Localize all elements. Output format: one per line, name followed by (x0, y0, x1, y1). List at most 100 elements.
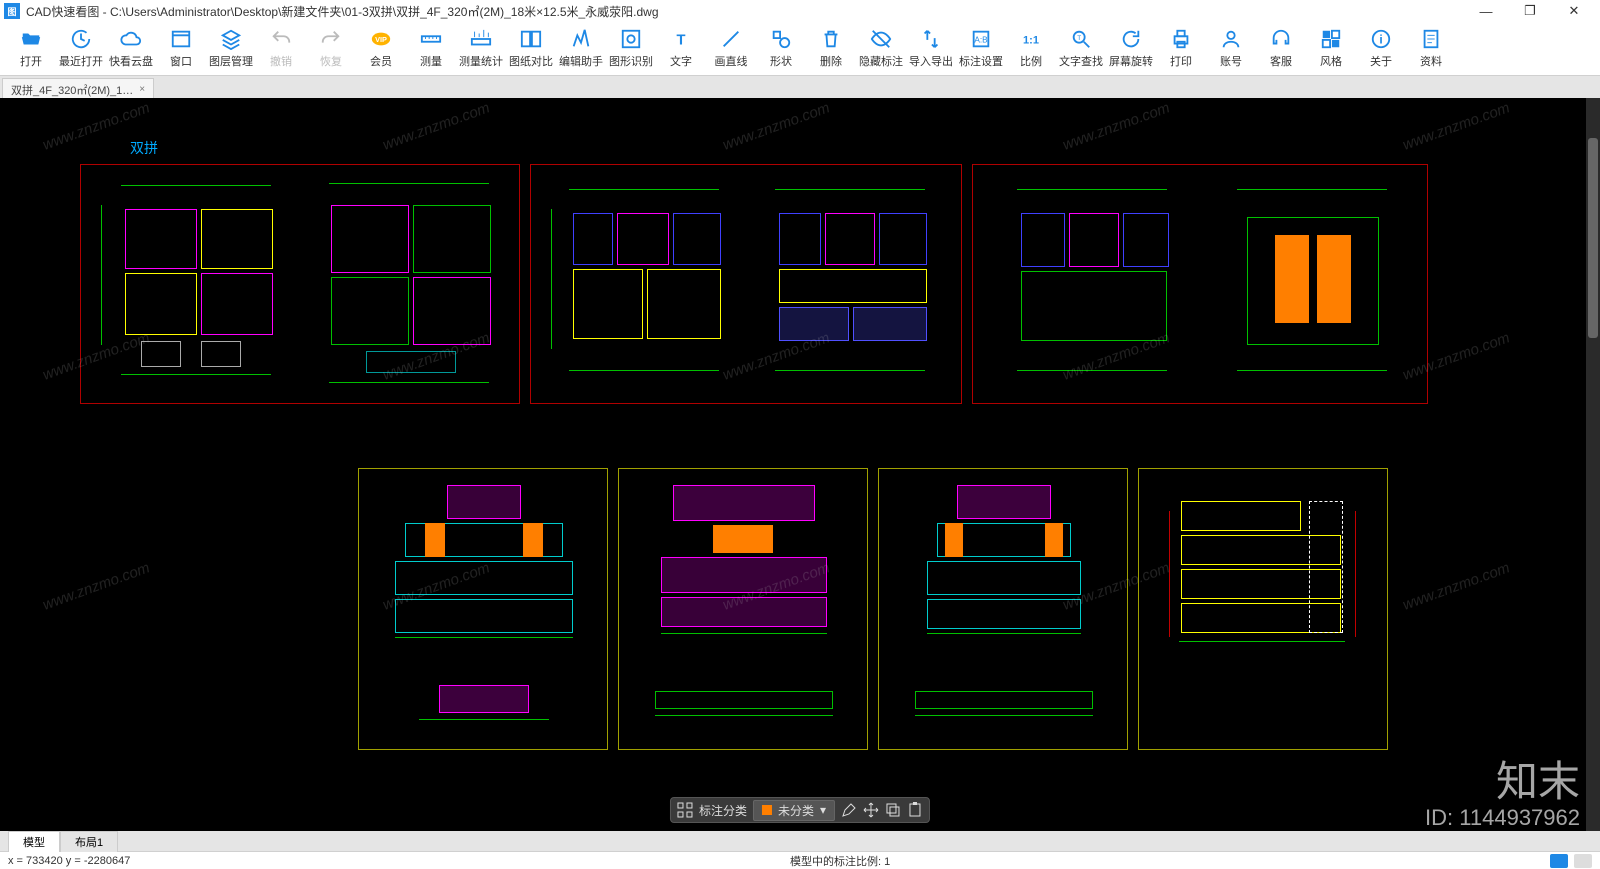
ann-settings-button[interactable]: A:B标注设置 (956, 23, 1006, 75)
cloud-label: 快看云盘 (109, 53, 153, 69)
front-elevation (385, 485, 583, 645)
undo-label: 撤销 (270, 53, 292, 69)
layer-label: 图层管理 (209, 53, 253, 69)
material-button[interactable]: 资料 (1406, 23, 1456, 75)
edit-icon[interactable] (841, 802, 857, 818)
section-1-1 (1169, 501, 1359, 671)
minimize-button[interactable]: — (1464, 0, 1508, 22)
ocr-button[interactable]: 图形识别 (606, 23, 656, 75)
grid-icon[interactable] (677, 802, 693, 818)
file-tab-close-icon[interactable]: × (139, 84, 145, 95)
status-indicator-1[interactable] (1550, 854, 1568, 868)
annotation-class-select[interactable]: 未分类 ▾ (753, 800, 835, 821)
watermark: www.znzmo.com (40, 559, 152, 613)
shape-button[interactable]: 形状 (756, 23, 806, 75)
account-button[interactable]: 账号 (1206, 23, 1256, 75)
shape-icon (770, 28, 792, 50)
ruler-stats-icon (470, 28, 492, 50)
annotation-class-value: 未分类 (778, 802, 814, 819)
drawing-canvas[interactable]: 双拼 (0, 98, 1600, 831)
hide-ann-button[interactable]: 隐藏标注 (856, 23, 906, 75)
about-icon: i (1370, 28, 1392, 50)
find-text-button[interactable]: T 文字查找 (1056, 23, 1106, 75)
watermark: www.znzmo.com (1060, 99, 1172, 153)
vip-label: 会员 (370, 53, 392, 69)
close-button[interactable]: ✕ (1552, 0, 1596, 22)
svg-text:T: T (677, 33, 686, 49)
import-export-label: 导入导出 (909, 53, 953, 69)
status-indicator-2[interactable] (1574, 854, 1592, 868)
delete-icon (820, 28, 842, 50)
measure-stats-button[interactable]: 测量统计 (456, 23, 506, 75)
print-icon (1170, 28, 1192, 50)
layout-tab-model[interactable]: 模型 (8, 831, 60, 852)
compare-button[interactable]: 图纸对比 (506, 23, 556, 75)
support-button[interactable]: 客服 (1256, 23, 1306, 75)
vip-button[interactable]: VIP会员 (356, 23, 406, 75)
recent-label: 最近打开 (59, 53, 103, 69)
move-icon[interactable] (863, 802, 879, 818)
svg-text:T: T (1077, 35, 1081, 42)
file-tab-label: 双拼_4F_320㎡(2M)_1… (11, 82, 133, 98)
copy-icon[interactable] (885, 802, 901, 818)
ruler-icon (420, 28, 442, 50)
status-bar: x = 733420 y = -2280647 模型中的标注比例: 1 (0, 851, 1600, 869)
measure-button[interactable]: 测量 (406, 23, 456, 75)
account-icon (1220, 28, 1242, 50)
layer-button[interactable]: 图层管理 (206, 23, 256, 75)
svg-text:1:1: 1:1 (1023, 35, 1039, 47)
style-button[interactable]: 风格 (1306, 23, 1356, 75)
delete-button[interactable]: 删除 (806, 23, 856, 75)
find-text-label: 文字查找 (1059, 53, 1103, 69)
ann-settings-label: 标注设置 (959, 53, 1003, 69)
recent-button[interactable]: 最近打开 (56, 23, 106, 75)
print-label: 打印 (1170, 53, 1192, 69)
elevation-sheet-3 (878, 468, 1128, 750)
print-button[interactable]: 打印 (1156, 23, 1206, 75)
material-icon (1420, 28, 1442, 50)
open-button[interactable]: 打开 (6, 23, 56, 75)
annotation-class-label: 标注分类 (699, 802, 747, 819)
measure-label: 测量 (420, 53, 442, 69)
window-icon (170, 28, 192, 50)
app-icon: 图 (4, 3, 20, 19)
side-elevation-1-low (655, 687, 833, 723)
scale-button[interactable]: 1:1比例 (1006, 23, 1056, 75)
window-button[interactable]: 窗口 (156, 23, 206, 75)
file-tab[interactable]: 双拼_4F_320㎡(2M)_1… × (2, 78, 154, 98)
side-elevation-1 (657, 485, 831, 645)
sheet-frame-1 (80, 164, 520, 404)
layout-tab-layout1[interactable]: 布局1 (60, 831, 118, 852)
text-button[interactable]: T文字 (656, 23, 706, 75)
open-label: 打开 (20, 53, 42, 69)
roof-plan (1219, 189, 1409, 379)
drawing-title-text: 双拼 (130, 138, 158, 158)
rotate-button[interactable]: 屏幕旋转 (1106, 23, 1156, 75)
about-button[interactable]: i 关于 (1356, 23, 1406, 75)
sheet-frame-3 (972, 164, 1428, 404)
side-elevation-2-low (915, 687, 1093, 723)
redo-label: 恢复 (320, 53, 342, 69)
floor-plan-1 (101, 185, 291, 375)
line-icon (720, 28, 742, 50)
watermark: www.znzmo.com (380, 99, 492, 153)
elevation-sheet-1 (358, 468, 608, 750)
about-label: 关于 (1370, 53, 1392, 69)
paste-icon[interactable] (907, 802, 923, 818)
color-swatch-icon (762, 805, 772, 815)
rotate-icon (1120, 28, 1142, 50)
scrollbar-thumb[interactable] (1588, 138, 1598, 338)
support-label: 客服 (1270, 53, 1292, 69)
maximize-button[interactable]: ❐ (1508, 0, 1552, 22)
style-label: 风格 (1320, 53, 1342, 69)
titlebar: 图 CAD快速看图 - C:\Users\Administrator\Deskt… (0, 0, 1600, 22)
compare-label: 图纸对比 (509, 53, 553, 69)
status-scale-text: 模型中的标注比例: 1 (130, 853, 1550, 869)
import-export-button[interactable]: 导入导出 (906, 23, 956, 75)
vertical-scrollbar[interactable] (1586, 98, 1600, 831)
cloud-button[interactable]: 快看云盘 (106, 23, 156, 75)
assist-button[interactable]: 编辑助手 (556, 23, 606, 75)
assist-icon (570, 28, 592, 50)
line-button[interactable]: 画直线 (706, 23, 756, 75)
floor-plan-3 (757, 189, 947, 379)
